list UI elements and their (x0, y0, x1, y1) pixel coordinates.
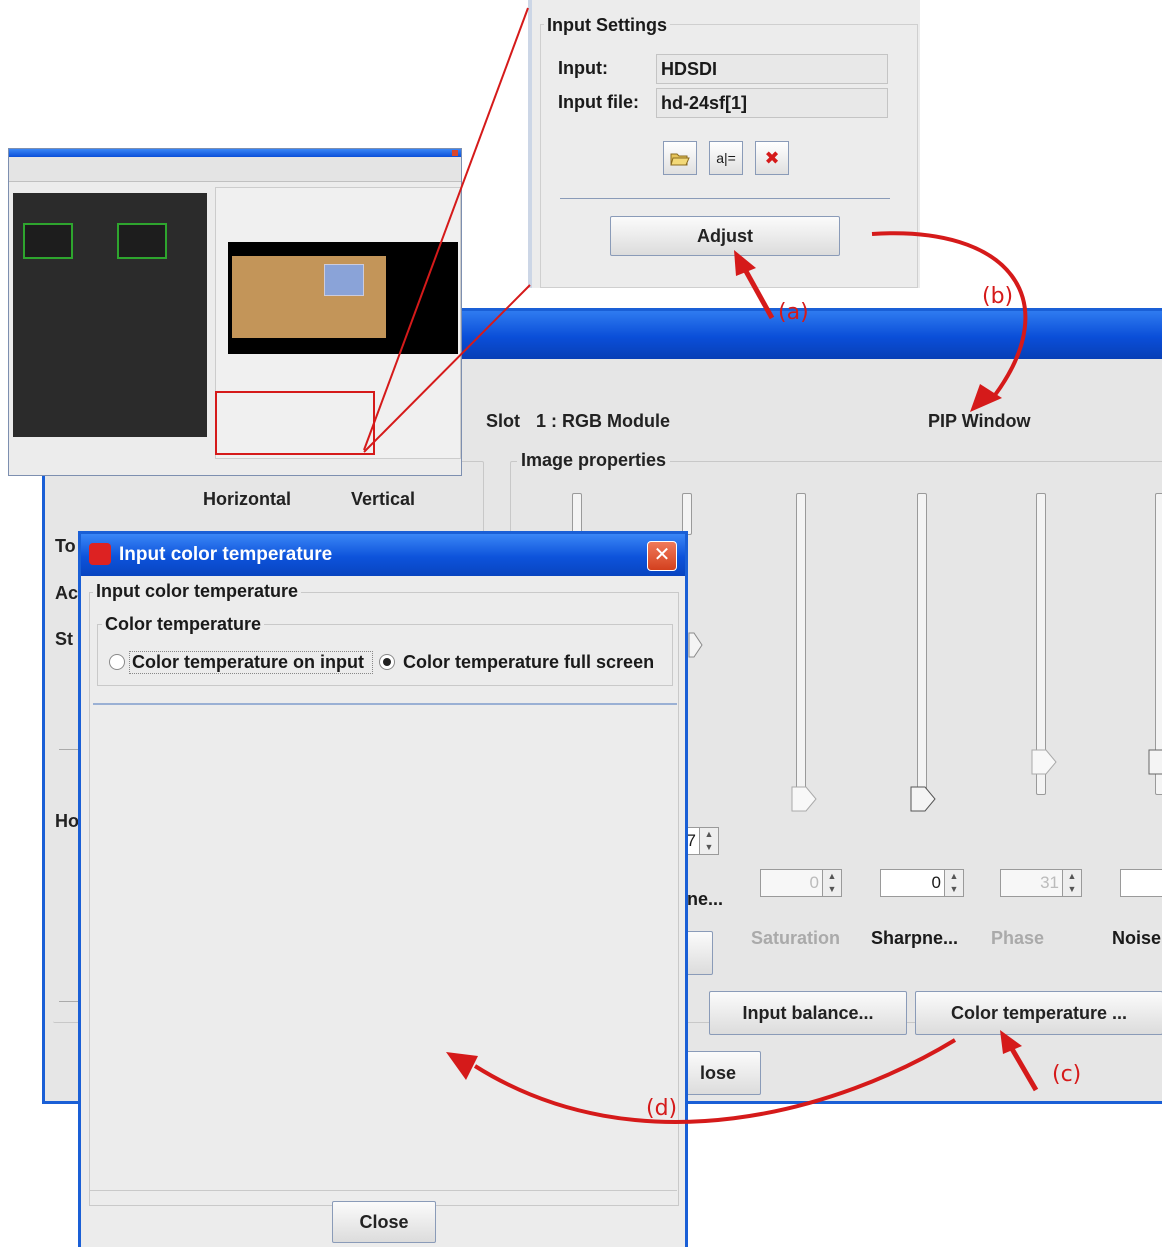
callout-c: (c) (1052, 1062, 1082, 1087)
arrow-b (871, 231, 1028, 397)
arrow-b-head (970, 384, 1002, 412)
zoom-line (363, 7, 529, 451)
callout-a: (a) (778, 300, 809, 325)
zoom-line (363, 284, 531, 453)
arrow-d-head (446, 1052, 478, 1080)
arrow-d (473, 1038, 957, 1124)
arrow-a-head (734, 250, 756, 276)
annotation-overlay (363, 7, 1039, 1124)
arrow-a (739, 262, 775, 320)
arrow-c-head (1000, 1030, 1022, 1054)
callout-b: (b) (982, 284, 1014, 309)
callout-d: (d) (646, 1096, 678, 1121)
